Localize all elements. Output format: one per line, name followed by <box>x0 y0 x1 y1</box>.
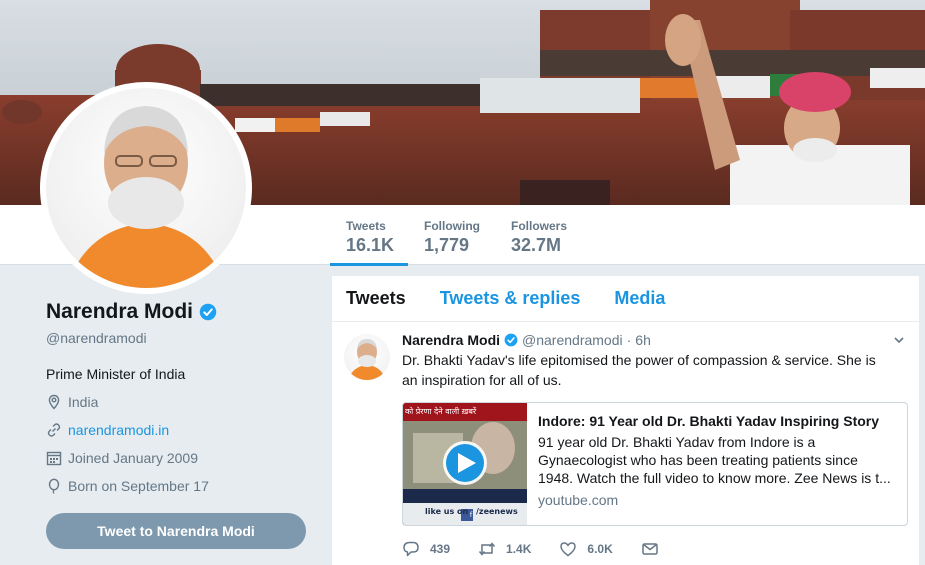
verified-badge-icon <box>199 303 217 321</box>
tweet-text: Dr. Bhakti Yadav's life epitomised the p… <box>402 352 876 388</box>
card-description: 91 year old Dr. Bhakti Yadav from Indore… <box>538 434 891 486</box>
tweet-header: Narendra Modi @narendramodi · 6h <box>402 332 905 348</box>
stat-value: 16.1K <box>346 235 395 255</box>
tweet-avatar[interactable] <box>344 334 390 380</box>
tweet-to-button[interactable]: Tweet to Narendra Modi <box>46 513 306 549</box>
chevron-down-icon[interactable] <box>893 334 905 346</box>
thumb-top-text: को प्रेरणा देने वाली ख़बरें <box>405 407 477 416</box>
profile-birthday: Born on September 17 <box>46 478 306 494</box>
card-body: Indore: 91 Year old Dr. Bhakti Yadav Ins… <box>527 403 907 525</box>
card-title: Indore: 91 Year old Dr. Bhakti Yadav Ins… <box>538 413 880 429</box>
stat-value: 1,779 <box>424 235 470 255</box>
timeline: Tweets Tweets & replies Media Narendra M… <box>332 276 919 565</box>
thumb-handle-text: /zeenews <box>476 507 518 516</box>
retweet-button[interactable]: 1.4K <box>478 540 531 558</box>
verified-badge-icon <box>504 333 518 347</box>
heart-icon <box>560 542 577 557</box>
stat-label: Following <box>424 219 480 233</box>
thumb-bottom-text: like us on <box>425 507 469 516</box>
timeline-tabs: Tweets Tweets & replies Media <box>332 276 919 322</box>
location-text: India <box>68 394 99 410</box>
tab-media[interactable]: Media <box>614 288 665 309</box>
stat-following[interactable]: Following 1,779 <box>424 219 480 256</box>
retweet-count: 1.4K <box>506 542 532 556</box>
profile-bio: Prime Minister of India <box>46 366 186 382</box>
profile-handle[interactable]: @narendramodi <box>46 330 306 346</box>
tweet-author-handle[interactable]: @narendramodi <box>522 332 623 348</box>
stat-label: Followers <box>511 219 568 233</box>
profile-website[interactable]: narendramodi.in <box>46 422 306 438</box>
like-button[interactable]: 6.0K <box>559 540 613 558</box>
balloon-icon <box>48 478 60 494</box>
link-icon <box>47 423 61 437</box>
stat-label: Tweets <box>346 219 386 233</box>
stat-tweets[interactable]: Tweets 16.1K <box>329 219 409 266</box>
location-pin-icon <box>48 394 60 410</box>
card-thumbnail[interactable]: f को प्रेरणा देने वाली ख़बरें like us on… <box>403 403 527 525</box>
tweet-item[interactable]: Narendra Modi @narendramodi · 6h Dr. Bha… <box>332 322 919 558</box>
tab-tweets[interactable]: Tweets <box>346 288 406 309</box>
link-card[interactable]: f को प्रेरणा देने वाली ख़बरें like us on… <box>402 402 908 526</box>
calendar-icon <box>46 451 62 466</box>
profile-card: Narendra Modi @narendramodi Prime Minist… <box>46 300 306 549</box>
profile-avatar[interactable] <box>40 82 252 294</box>
profile-name[interactable]: Narendra Modi <box>46 300 193 324</box>
born-text: Born on September 17 <box>68 478 209 494</box>
reply-count: 439 <box>430 542 451 556</box>
tweet-timestamp[interactable]: 6h <box>635 332 651 348</box>
card-domain: youtube.com <box>538 492 619 508</box>
reply-icon <box>403 541 419 557</box>
tab-tweets-replies[interactable]: Tweets & replies <box>440 288 581 309</box>
profile-joined: Joined January 2009 <box>46 450 306 466</box>
avatar-portrait <box>66 106 226 288</box>
joined-text: Joined January 2009 <box>68 450 198 466</box>
stat-value: 32.7M <box>511 235 562 255</box>
tweet-author-name[interactable]: Narendra Modi <box>402 332 500 348</box>
website-link[interactable]: narendramodi.in <box>68 422 169 438</box>
direct-message-button[interactable] <box>641 540 659 558</box>
profile-location: India <box>46 394 306 410</box>
reply-button[interactable]: 439 <box>402 540 450 558</box>
avatar-photo <box>46 88 246 288</box>
like-count: 6.0K <box>587 542 613 556</box>
tweet-avatar-portrait <box>348 339 386 380</box>
stat-followers[interactable]: Followers 32.7M <box>511 219 567 256</box>
retweet-icon <box>478 542 496 556</box>
tweet-actions: 439 1.4K 6.0K <box>402 540 905 558</box>
separator-dot: · <box>626 332 632 348</box>
envelope-icon <box>642 543 658 555</box>
